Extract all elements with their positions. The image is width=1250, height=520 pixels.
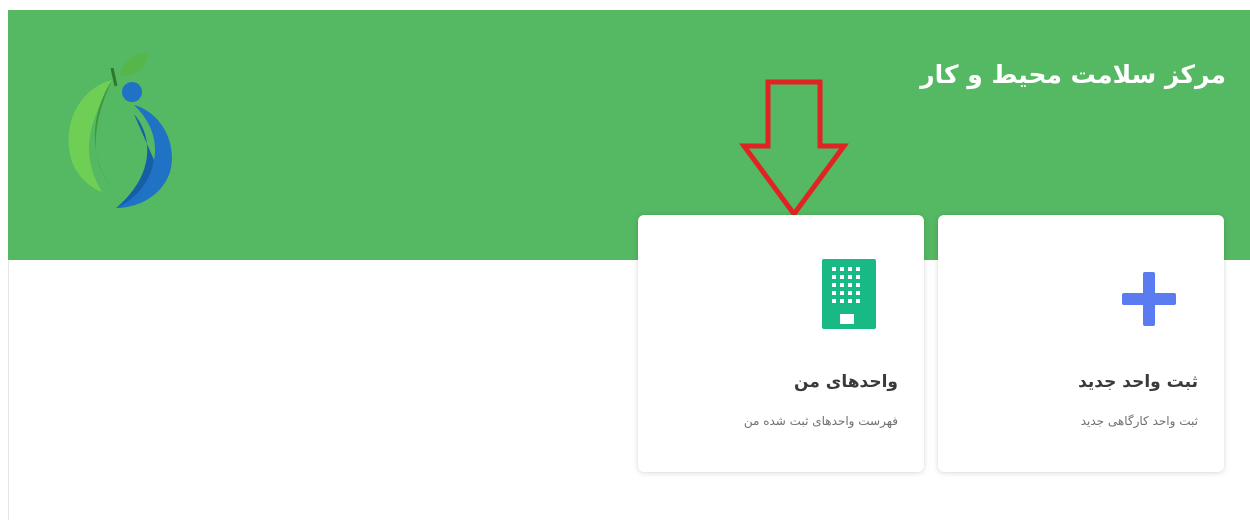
plus-icon [1122,272,1176,326]
card-subtitle: فهرست واحدهای ثبت شده من [743,414,898,428]
app-title: مرکز سلامت محیط و کار [920,60,1226,89]
apple-leaf-logo-icon [68,53,172,208]
my-units-card[interactable]: واحدهای من فهرست واحدهای ثبت شده من [638,215,924,472]
red-down-arrow-icon [739,79,849,219]
card-subtitle: ثبت واحد کارگاهی جدید [1080,414,1198,428]
register-new-unit-card[interactable]: ثبت واحد جدید ثبت واحد کارگاهی جدید [938,215,1224,472]
card-title: ثبت واحد جدید [1078,372,1198,392]
card-title: واحدهای من [794,372,898,392]
building-icon [822,259,876,329]
